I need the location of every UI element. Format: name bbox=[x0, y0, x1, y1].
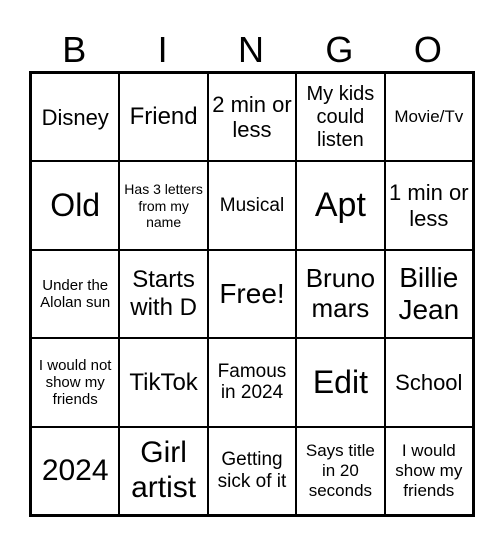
header-letter-i: I bbox=[157, 29, 168, 70]
header-letter-g: G bbox=[325, 29, 354, 70]
bingo-cell[interactable]: Has 3 letters from my name bbox=[119, 161, 208, 250]
bingo-cell[interactable]: I would show my friends bbox=[384, 426, 473, 515]
bingo-cell[interactable]: 2024 bbox=[31, 426, 120, 515]
bingo-grid: Disney Friend 2 min or less My kids could l… bbox=[29, 71, 475, 517]
bingo-cell[interactable]: Starts with D bbox=[119, 249, 208, 339]
bingo-cell[interactable]: Apt bbox=[296, 161, 385, 250]
bingo-cell[interactable]: Old bbox=[31, 161, 120, 250]
bingo-cell[interactable]: My kids could listen bbox=[296, 73, 385, 162]
bingo-cell[interactable]: I would not show my friends bbox=[31, 338, 120, 427]
header-letter-n: N bbox=[238, 29, 265, 70]
bingo-cell[interactable]: Getting sick of it bbox=[207, 426, 297, 515]
header-letter-o: O bbox=[413, 29, 442, 70]
bingo-cell[interactable]: Famous in 2024 bbox=[207, 338, 297, 427]
bingo-cell[interactable]: TikTok bbox=[119, 338, 208, 427]
bingo-cell[interactable]: 1 min or less bbox=[384, 161, 473, 250]
bingo-cell[interactable]: Billie Jean bbox=[384, 249, 473, 339]
bingo-cell[interactable]: Movie/Tv bbox=[384, 73, 473, 162]
bingo-cell[interactable]: Under the Alolan sun bbox=[31, 249, 120, 339]
free-space-cell[interactable]: Free! bbox=[207, 249, 297, 339]
bingo-cell[interactable]: Musical bbox=[207, 161, 297, 250]
bingo-cell[interactable]: 2 min or less bbox=[207, 73, 297, 162]
bingo-cell[interactable]: Disney bbox=[31, 73, 120, 162]
bingo-cell[interactable]: Says title in 20 seconds bbox=[296, 426, 385, 515]
bingo-cell[interactable]: Friend bbox=[119, 73, 208, 162]
bingo-cell[interactable]: School bbox=[384, 338, 473, 427]
bingo-cell[interactable]: Girl artist bbox=[119, 426, 208, 515]
bingo-cell[interactable]: Bruno mars bbox=[296, 249, 385, 339]
bingo-cell[interactable]: Edit bbox=[296, 338, 385, 427]
bingo-header: B I N G O bbox=[30, 28, 472, 72]
header-letter-b: B bbox=[62, 29, 87, 70]
